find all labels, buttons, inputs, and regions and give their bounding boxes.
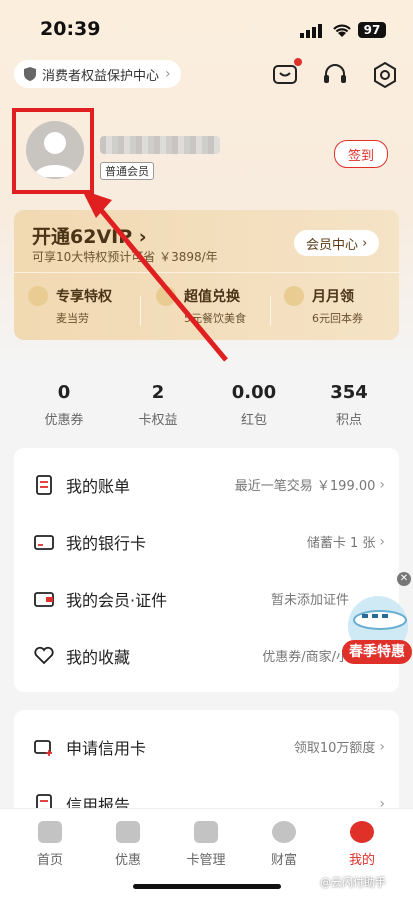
headset-icon	[324, 64, 346, 83]
avatar-highlight-box[interactable]	[12, 108, 94, 194]
tab-home[interactable]: 首页	[20, 821, 80, 868]
spring-promo-label[interactable]: 春季特惠	[342, 640, 412, 664]
member-level-badge: 普通会员	[100, 162, 154, 180]
credit-card-add-icon	[34, 739, 52, 756]
perk-exclusive[interactable]: 专享特权 麦当劳	[28, 286, 112, 326]
bank-card-icon	[34, 534, 54, 550]
tab-card-management[interactable]: 卡管理	[176, 821, 236, 868]
stat-coupons[interactable]: 0 优惠券	[24, 382, 104, 428]
settings-button[interactable]	[370, 60, 400, 90]
home-indicator	[133, 884, 281, 889]
consumer-protection-label: 消费者权益保护中心	[42, 68, 160, 84]
signin-button[interactable]: 签到	[334, 140, 388, 168]
cellular-signal-icon	[300, 24, 322, 38]
home-icon	[38, 821, 62, 843]
tab-wealth[interactable]: 财富	[254, 821, 314, 868]
bill-icon	[36, 474, 52, 495]
customer-service-button[interactable]	[320, 60, 350, 90]
card-icon	[194, 821, 218, 843]
wifi-icon	[333, 24, 351, 37]
chevron-right-icon: ›	[379, 476, 385, 493]
promo-close-icon[interactable]: ✕	[397, 572, 411, 586]
menu-item-apply-credit-card[interactable]: 申请信用卡 领取10万额度 ›	[14, 718, 399, 775]
star-icon	[156, 286, 176, 306]
chevron-right-icon: ›	[379, 738, 385, 755]
shop-icon	[116, 821, 140, 843]
battery-icon: 97	[358, 22, 386, 38]
vip-title: 开通62VIP ›	[32, 226, 147, 248]
crown-icon	[28, 286, 48, 306]
member-card-icon	[34, 591, 54, 607]
message-button[interactable]	[270, 58, 302, 90]
shield-icon	[24, 67, 36, 81]
chevron-right-icon: ›	[165, 66, 171, 82]
user-icon	[350, 821, 374, 843]
gear-icon	[374, 61, 396, 89]
ticket-icon	[284, 286, 304, 306]
stat-red-packet[interactable]: 0.00 红包	[214, 382, 294, 428]
avatar[interactable]	[26, 121, 84, 179]
vip-card[interactable]: 开通62VIP › 可享10大特权预计可省 ￥3898/年 会员中心 › 专享特…	[14, 210, 399, 340]
watermark: @云闪付助手	[320, 876, 386, 889]
status-time: 20:39	[40, 18, 101, 40]
menu-card-credit: 申请信用卡 领取10万额度 › 信用报告 ›	[14, 710, 399, 820]
stat-points[interactable]: 354 积点	[309, 382, 389, 428]
stat-card-benefits[interactable]: 2 卡权益	[118, 382, 198, 428]
perk-exchange[interactable]: 超值兑换 5元餐饮美食	[156, 286, 246, 326]
menu-item-bank-card[interactable]: 我的银行卡 储蓄卡 1 张 ›	[14, 513, 399, 570]
consumer-protection-button[interactable]: 消费者权益保护中心 ›	[14, 60, 181, 88]
heart-icon	[34, 646, 54, 664]
tab-mine[interactable]: 我的	[332, 821, 392, 868]
notification-dot	[294, 58, 302, 66]
vip-subtitle: 可享10大特权预计可省 ￥3898/年	[32, 250, 218, 264]
menu-item-bill[interactable]: 我的账单 最近一笔交易 ￥199.00 ›	[14, 456, 399, 513]
vip-divider	[14, 272, 399, 273]
blurred-username	[100, 136, 220, 154]
user-silhouette-icon	[34, 132, 76, 177]
member-center-button[interactable]: 会员中心 ›	[294, 230, 380, 256]
tab-offers[interactable]: 优惠	[98, 821, 158, 868]
wealth-icon	[272, 821, 296, 843]
perk-monthly[interactable]: 月月领 6元回本券	[284, 286, 363, 326]
chevron-right-icon: ›	[379, 533, 385, 550]
